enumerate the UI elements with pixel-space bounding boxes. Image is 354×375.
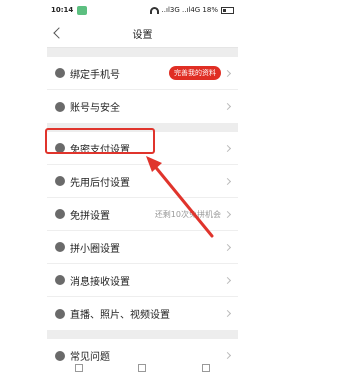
- annotation-arrow-icon: [146, 156, 214, 238]
